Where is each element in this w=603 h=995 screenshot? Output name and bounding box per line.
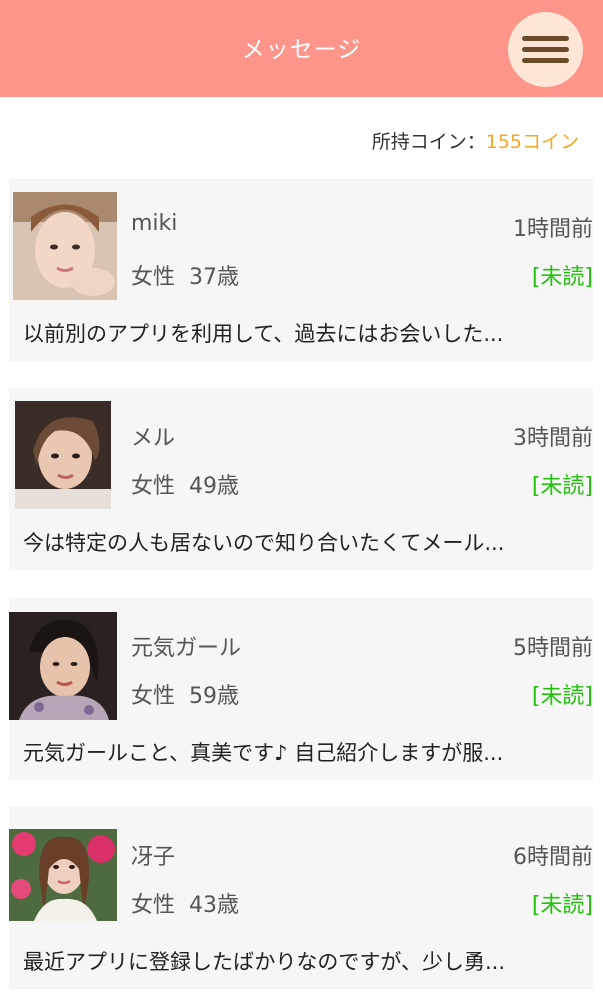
avatar[interactable]	[9, 612, 117, 720]
message-card[interactable]: 冴子 6時間前 女性 43歳 [未読] 最近アプリに登録したばかりなのですが、少…	[9, 807, 593, 989]
avatar[interactable]	[13, 192, 117, 300]
message-time: 1時間前	[513, 217, 593, 242]
unread-badge: [未読]	[531, 265, 593, 290]
message-card[interactable]: メル 3時間前 女性 49歳 [未読] 今は特定の人も居ないので知り合いたくてメ…	[9, 388, 593, 570]
sender-info: 女性 37歳	[131, 265, 239, 290]
coin-balance: 所持コイン：155コイン	[372, 127, 579, 154]
message-preview: 今は特定の人も居ないので知り合いたくてメール...	[23, 531, 505, 555]
profile-photo-icon	[15, 401, 111, 509]
message-card[interactable]: 元気ガール 5時間前 女性 59歳 [未読] 元気ガールこと、真美です♪ 自己紹…	[9, 598, 593, 780]
message-preview: 最近アプリに登録したばかりなのですが、少し勇...	[23, 950, 506, 974]
profile-photo-icon	[13, 192, 117, 300]
message-time: 6時間前	[513, 845, 593, 870]
message-time: 5時間前	[513, 636, 593, 661]
profile-photo-icon	[9, 829, 117, 921]
sender-name: メル	[131, 426, 176, 451]
unread-badge: [未読]	[531, 893, 593, 918]
message-card[interactable]: miki 1時間前 女性 37歳 [未読] 以前別のアプリを利用して、過去にはお…	[9, 179, 593, 361]
unread-badge: [未読]	[531, 684, 593, 709]
message-preview: 元気ガールこと、真美です♪ 自己紹介しますが服...	[23, 741, 504, 765]
profile-photo-icon	[9, 612, 117, 720]
sender-info: 女性 49歳	[131, 474, 239, 499]
sender-name: 元気ガール	[131, 636, 242, 661]
sender-info: 女性 43歳	[131, 893, 239, 918]
unread-badge: [未読]	[531, 474, 593, 499]
sender-name: miki	[131, 211, 178, 236]
menu-button[interactable]	[508, 12, 583, 87]
sender-info: 女性 59歳	[131, 684, 239, 709]
sender-name: 冴子	[131, 845, 176, 870]
app-header: メッセージ	[0, 0, 603, 97]
coin-value: 155コイン	[485, 131, 579, 153]
coin-label: 所持コイン：	[371, 131, 486, 153]
message-time: 3時間前	[513, 426, 593, 451]
avatar[interactable]	[9, 829, 117, 921]
message-preview: 以前別のアプリを利用して、過去にはお会いした...	[23, 322, 504, 346]
avatar[interactable]	[15, 401, 111, 509]
